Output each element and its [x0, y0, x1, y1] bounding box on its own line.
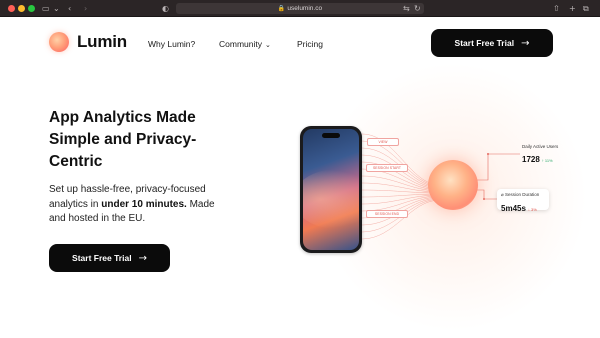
stat-session-duration: ⌀ Session Duration 5m45s ↓ 3% — [497, 189, 549, 213]
event-chip-session-end: SESSION END — [366, 210, 408, 218]
phone-mockup — [300, 126, 362, 253]
event-chip-session-start: SESSION START — [366, 164, 408, 172]
stat-change: ↑ 11% — [541, 158, 553, 163]
event-chip-view: VIEW — [367, 138, 399, 146]
stat-value: 1728 — [522, 155, 540, 164]
dynamic-island — [322, 133, 340, 138]
stat-change: ↓ 3% — [527, 207, 537, 212]
phone-screen — [303, 129, 359, 250]
lumin-orb — [428, 160, 478, 210]
stat-value: 5m45s — [501, 204, 526, 213]
stat-daily-active-users: Daily Active Users 1728 ↑ 11% — [522, 144, 558, 167]
